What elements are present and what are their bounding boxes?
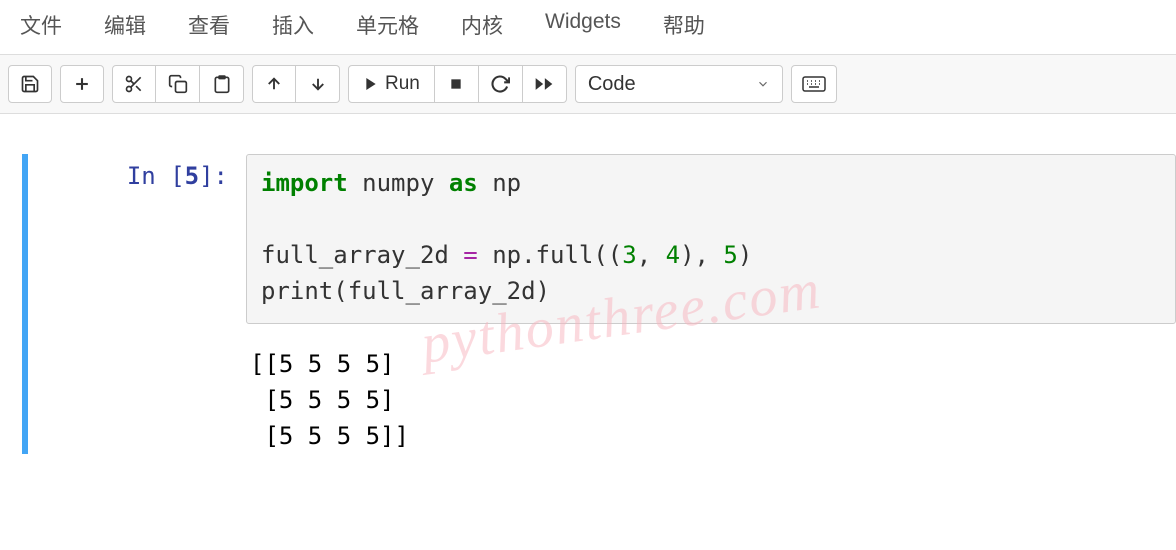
celltype-select[interactable]: Code [575, 65, 783, 103]
copy-icon [168, 74, 188, 94]
insert-cell-button[interactable] [60, 65, 104, 103]
paste-icon [212, 74, 232, 94]
menu-file[interactable]: 文件 [20, 10, 62, 40]
save-button[interactable] [8, 65, 52, 103]
input-prompt: In [5]: [36, 154, 246, 190]
menu-edit[interactable]: 编辑 [104, 10, 146, 40]
run-button-label: Run [385, 73, 420, 95]
output-prompt [36, 346, 246, 454]
menu-insert[interactable]: 插入 [272, 10, 314, 40]
cell-input-row: In [5]: import numpy as np full_array_2d… [36, 154, 1176, 324]
paste-button[interactable] [200, 65, 244, 103]
code-editor[interactable]: import numpy as np full_array_2d = np.fu… [246, 154, 1176, 324]
restart-button[interactable] [479, 65, 523, 103]
menu-view[interactable]: 查看 [188, 10, 230, 40]
stop-icon [448, 76, 464, 92]
restart-run-all-button[interactable] [523, 65, 567, 103]
scissors-icon [124, 74, 144, 94]
run-button[interactable]: Run [348, 65, 435, 103]
menubar: 文件 编辑 查看 插入 单元格 内核 Widgets 帮助 [0, 0, 1176, 55]
menu-kernel[interactable]: 内核 [461, 10, 503, 40]
code-cell[interactable]: In [5]: import numpy as np full_array_2d… [22, 154, 1176, 454]
plus-icon [72, 74, 92, 94]
notebook-area: In [5]: import numpy as np full_array_2d… [0, 114, 1176, 454]
refresh-icon [490, 74, 510, 94]
arrow-up-icon [265, 75, 283, 93]
move-down-button[interactable] [296, 65, 340, 103]
play-icon [363, 76, 379, 92]
menu-widgets[interactable]: Widgets [545, 10, 621, 40]
cell-output-text: [[5 5 5 5] [5 5 5 5] [5 5 5 5]] [246, 346, 409, 454]
toolbar: Run Code [0, 55, 1176, 114]
celltype-selected-label: Code [588, 73, 636, 96]
interrupt-button[interactable] [435, 65, 479, 103]
menu-help[interactable]: 帮助 [663, 10, 705, 40]
fast-forward-icon [534, 74, 554, 94]
copy-button[interactable] [156, 65, 200, 103]
cell-output-row: [[5 5 5 5] [5 5 5 5] [5 5 5 5]] [36, 346, 1176, 454]
cut-button[interactable] [112, 65, 156, 103]
chevron-down-icon [756, 77, 770, 91]
move-up-button[interactable] [252, 65, 296, 103]
keyboard-icon [802, 75, 826, 93]
save-icon [20, 74, 40, 94]
command-palette-button[interactable] [791, 65, 837, 103]
menu-cell[interactable]: 单元格 [356, 10, 419, 40]
arrow-down-icon [309, 75, 327, 93]
